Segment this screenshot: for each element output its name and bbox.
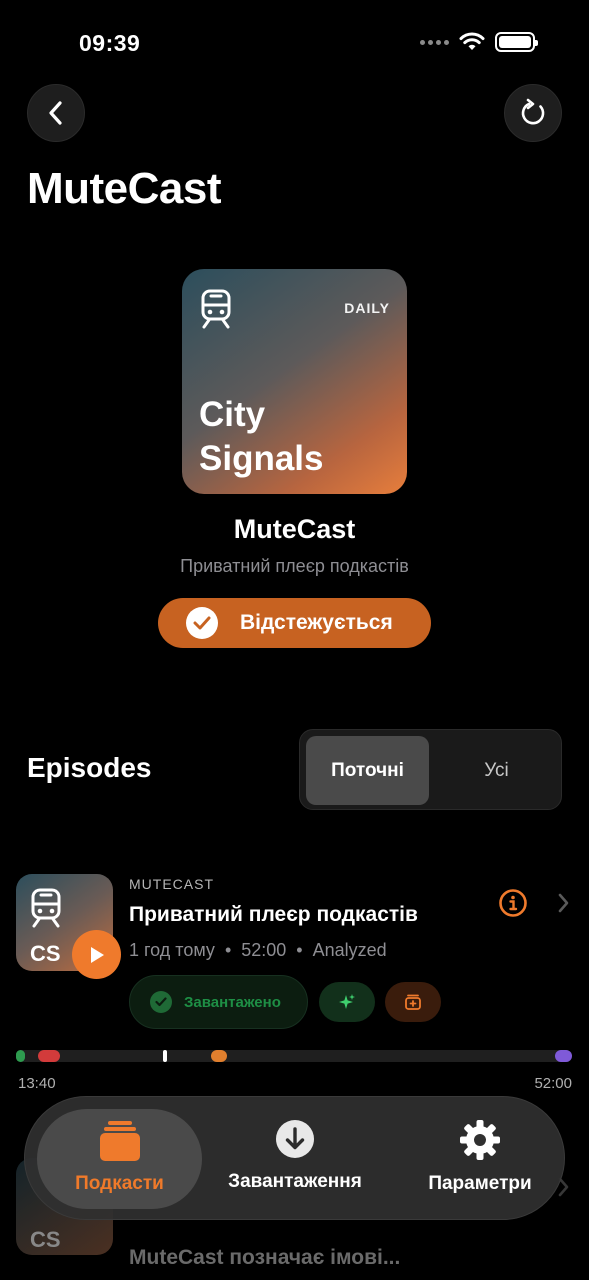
sparkles-icon (339, 994, 355, 1009)
episode-age: 1 год тому (129, 940, 215, 960)
add-to-queue-button[interactable] (385, 982, 441, 1022)
page-title: MuteCast (27, 164, 222, 213)
meta-separator: • (296, 940, 303, 960)
episode-filter-segmented-control: Поточні Усі (299, 729, 562, 810)
download-circle-icon (276, 1120, 314, 1158)
podcast-artwork: DAILY City Signals (182, 269, 407, 494)
podcast-name: MuteCast (233, 514, 356, 544)
info-icon (499, 889, 527, 917)
segment-current[interactable]: Поточні (306, 736, 429, 805)
battery-icon (495, 32, 538, 52)
tab-settings-label: Параметри (428, 1173, 532, 1194)
episode-status: Analyzed (312, 940, 387, 960)
play-button[interactable] (72, 930, 121, 979)
meta-separator: • (224, 940, 232, 960)
gear-icon (460, 1120, 500, 1160)
checkmark-icon (186, 607, 218, 639)
episode2-title[interactable]: MuteCast позначає імові... (129, 1246, 400, 1270)
episodes-title: Episodes (27, 752, 152, 783)
tab-podcasts[interactable]: Подкасти (37, 1119, 202, 1195)
episode-meta: 1 год тому • 52:00 • Analyzed (129, 940, 387, 961)
refresh-icon (521, 98, 545, 125)
segment-all[interactable]: Усі (435, 736, 558, 805)
episode-source: MUTECAST (129, 876, 214, 892)
downloaded-label: Завантажено (184, 993, 281, 1011)
check-circle-icon (150, 991, 172, 1013)
artwork-title-line2: Signals (199, 439, 324, 478)
episode2-art-initials: CS (30, 1227, 61, 1252)
timeline-end-time: 52:00 (534, 1075, 572, 1092)
episode-chevron-icon[interactable] (556, 892, 570, 919)
status-time: 09:39 (79, 30, 141, 56)
train-icon (31, 888, 61, 928)
following-label: Відстежується (240, 611, 393, 634)
play-icon (90, 946, 104, 963)
back-button[interactable] (27, 84, 85, 142)
timeline-chapter-mark (210, 1050, 228, 1062)
status-icons (420, 32, 538, 52)
info-button[interactable] (498, 888, 528, 923)
artwork-title-line1: City (199, 395, 266, 434)
refresh-button[interactable] (504, 84, 562, 142)
episode-art-initials: CS (30, 941, 61, 966)
following-button[interactable]: Відстежується (158, 598, 431, 648)
tab-podcasts-label: Подкасти (75, 1173, 164, 1194)
episode-timeline[interactable] (16, 1050, 572, 1062)
tab-downloads-label: Завантаження (228, 1171, 362, 1192)
episode-duration: 52:00 (241, 940, 287, 960)
timeline-playhead[interactable] (163, 1050, 168, 1062)
artwork-badge: DAILY (344, 300, 390, 316)
podcasts-stack-icon (99, 1121, 140, 1161)
timeline-chapter-mark (16, 1050, 25, 1062)
podcast-subtitle: Приватний плеєр подкастів (180, 556, 409, 576)
episode-title[interactable]: Приватний плеєр подкастів (129, 903, 418, 927)
chevron-left-icon (49, 101, 62, 125)
ai-analysis-button[interactable] (319, 982, 375, 1022)
tab-bar: Подкасти Завантаження Параметри (24, 1096, 565, 1220)
train-icon (201, 289, 231, 329)
downloaded-badge: Завантажено (129, 975, 308, 1029)
cellular-signal-icon (420, 39, 449, 45)
queue-add-icon (405, 994, 421, 1010)
artwork-title: City Signals (199, 393, 323, 481)
timeline-start-time: 13:40 (18, 1075, 56, 1092)
wifi-icon (459, 32, 485, 50)
timeline-chapter-mark (555, 1050, 572, 1062)
tab-settings[interactable]: Параметри (405, 1119, 555, 1195)
tab-downloads[interactable]: Завантаження (215, 1119, 375, 1193)
timeline-chapter-mark (38, 1050, 61, 1062)
